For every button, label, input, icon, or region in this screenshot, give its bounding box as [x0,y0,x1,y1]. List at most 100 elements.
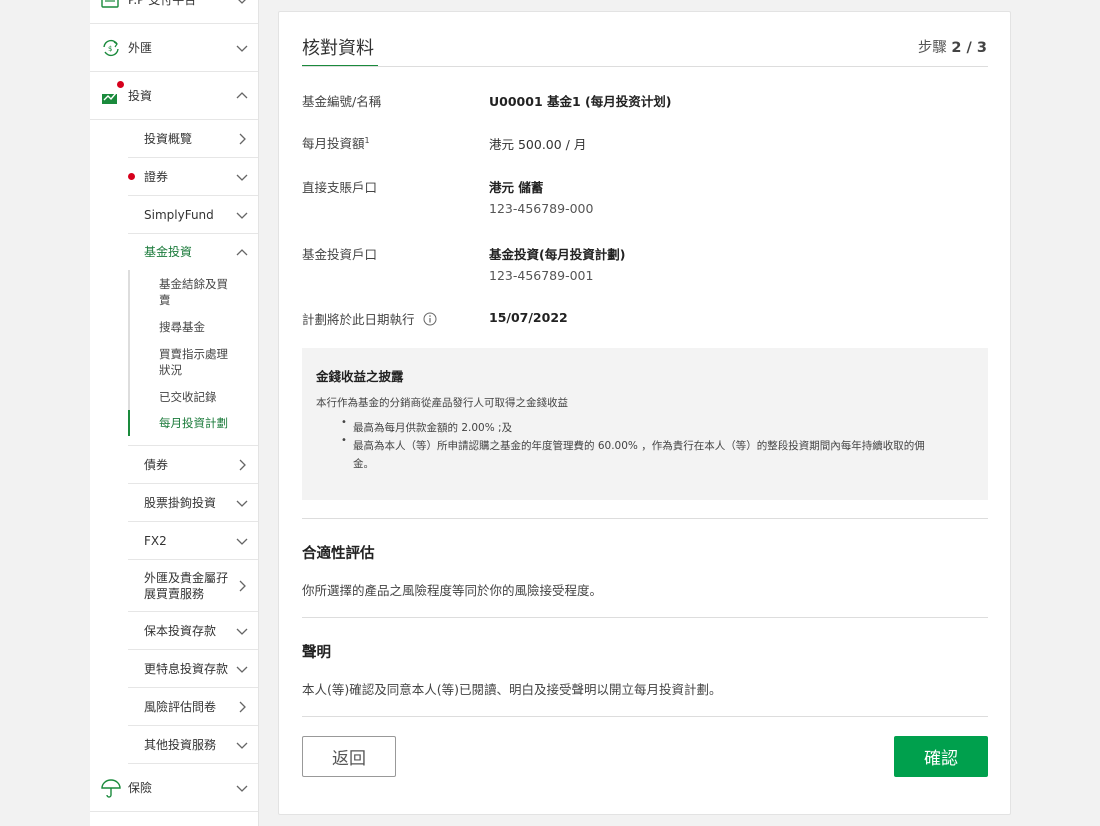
execution-date-label-text: 計劃將於此日期執行 [302,312,415,327]
fund-account-label: 基金投資戶口 [302,247,378,262]
declaration-heading: 聲明 [302,645,331,661]
disclosure-box: 金錢收益之披露 本行作為基金的分銷商從產品發行人可取得之金錢收益 • 最高為每月… [302,348,988,500]
chevron-right-icon [239,701,246,712]
fund-label: 基金編號/名稱 [302,94,382,109]
sidebar-item-label: 債券 [144,457,169,472]
confirmation-card: 核對資料 步驟 2 / 3 基金編號/名稱 U00001 基金1 (每月投资计划… [278,11,1011,815]
sidebar-item-label: SimplyFund [144,207,214,222]
execution-date-label: 計劃將於此日期執行 [302,309,437,328]
bullet-dot: • [341,417,347,428]
chevron-down-icon [236,628,248,635]
sidebar-item-label: 投資概覽 [144,131,193,146]
disclosure-title: 金錢收益之披露 [316,369,404,384]
amount-label-text: 每月投資額 [302,136,365,151]
sidebar-item-next[interactable] [90,812,258,826]
sidebar-item-invest-overview[interactable]: 投資概覽 [128,120,258,158]
umbrella-icon [101,778,121,798]
debit-account-number: 123-456789-000 [489,201,594,216]
chevron-down-icon [236,742,248,749]
chevron-up-icon [236,249,248,256]
chevron-right-icon [239,580,246,591]
sidebar-item-label: P.P 支付平台 [128,0,197,7]
sidebar-item-label: 其他投資服務 [144,737,217,752]
chevron-down-icon [238,0,246,4]
sidebar-item-label: 更特息投資存款 [144,661,229,676]
info-icon[interactable] [423,312,437,326]
suitability-heading: 合適性評估 [302,546,375,562]
bullet-dot: • [341,435,347,446]
fx-icon: $ [103,39,119,56]
step-indicator: 步驟 2 / 3 [918,36,987,57]
sidebar-item-insurance[interactable]: 保險 [90,764,258,812]
fund-account-type: 基金投資(每月投資計劃) [489,247,626,262]
sidebar-item-premium-deposit[interactable]: 更特息投資存款 [128,650,258,688]
alert-dot [117,81,124,88]
amount-label: 每月投資額1 [302,133,370,152]
tree-line [128,270,130,410]
sidebar-subitem-fund-balance[interactable]: 基金結餘及買賣 [159,276,233,308]
chevron-down-icon [236,500,248,507]
sidebar-item-fx2[interactable]: FX2 [128,522,258,560]
section-divider [302,518,988,519]
sidebar-subitem-search-fund[interactable]: 搜尋基金 [159,319,205,335]
sidebar-item-securities[interactable]: 證券 [128,158,258,196]
sidebar-item-label: 股票掛鉤投資 [144,495,217,510]
sidebar-item-simplyfund[interactable]: SimplyFund [128,196,258,234]
sidebar-item-label: 基金投資 [144,245,193,259]
sidebar-item-label: 證券 [144,169,169,184]
chevron-down-icon [236,174,248,181]
sidebar-item-fx-margin[interactable]: 外匯及貴金屬孖展買賣服務 [128,560,258,612]
disclosure-bullet-2-line2: 金。 [353,458,374,470]
suitability-text: 你所選擇的產品之風險程度等同於你的風險接受程度。 [302,583,603,598]
declaration-text: 本人(等)確認及同意本人(等)已閱讀、明白及接受聲明以開立每月投資計劃。 [302,682,722,697]
section-divider [302,617,988,618]
footnote-marker: 1 [364,135,370,145]
alert-dot [128,173,135,180]
sidebar-item-capital-protected[interactable]: 保本投資存款 [128,612,258,650]
header-divider [302,66,988,67]
sidebar-item-label: FX2 [144,533,167,548]
chevron-down-icon [236,538,248,545]
sidebar-subitem-settled-records[interactable]: 已交收記錄 [159,389,217,405]
step-label: 步驟 [917,40,947,56]
sidebar: P.P 支付平台 $ 外匯 投資 投資概覽 證券 SimplyFund 基金投資… [90,0,259,826]
debit-account-type: 港元 儲蓄 [489,180,544,195]
chevron-right-icon [239,459,246,470]
sidebar-item-investment[interactable]: 投資 [90,72,258,120]
sidebar-subitem-order-status[interactable]: 買賣指示處理狀況 [159,346,233,378]
chevron-up-icon [236,91,248,98]
sidebar-subitem-monthly-plan[interactable]: 每月投資計劃 [159,415,228,431]
chevron-down-icon [236,45,248,52]
sidebar-item-bonds[interactable]: 債券 [128,446,258,484]
sidebar-item-equity-linked[interactable]: 股票掛鉤投資 [128,484,258,522]
confirm-button[interactable]: 確認 [894,736,988,777]
chevron-right-icon [239,133,246,144]
execution-date-value: 15/07/2022 [489,310,568,325]
section-divider [302,716,988,717]
sidebar-item-label: 保本投資存款 [144,623,217,638]
svg-text:$: $ [108,45,112,53]
sidebar-item-label: 保險 [128,781,153,795]
sidebar-item-label: 投資 [128,89,153,103]
chevron-down-icon [236,666,248,673]
fund-account-number: 123-456789-001 [489,268,594,283]
sidebar-item-risk-questionnaire[interactable]: 風險評估問卷 [128,688,258,726]
sidebar-item-other-services[interactable]: 其他投資服務 [128,726,258,764]
sidebar-item-payment[interactable]: P.P 支付平台 [90,0,258,24]
disclosure-bullet-1: 最高為每月供款金額的 2.00% ;及 [353,422,513,434]
chevron-down-icon [236,212,248,219]
back-button[interactable]: 返回 [302,736,396,777]
active-indicator [128,410,130,436]
disclosure-intro: 本行作為基金的分銷商從產品發行人可取得之金錢收益 [316,397,568,409]
debit-account-label: 直接支賬戶口 [302,180,378,195]
sidebar-item-label: 風險評估問卷 [144,699,217,714]
step-value: 2 / 3 [951,40,987,56]
payment-icon [101,0,119,8]
chevron-down-icon [236,785,248,792]
sidebar-item-label: 外匯 [128,41,153,55]
disclosure-bullet-2-line1: 最高為本人（等）所申請認購之基金的年度管理費的 60.00% ，作為貴行在本人（… [353,440,925,452]
amount-value: 港元 500.00 / 月 [489,137,587,152]
page-title: 核對資料 [302,38,374,59]
sidebar-item-fx[interactable]: $ 外匯 [90,24,258,72]
sidebar-item-label: 外匯及貴金屬孖展買賣服務 [144,570,229,601]
